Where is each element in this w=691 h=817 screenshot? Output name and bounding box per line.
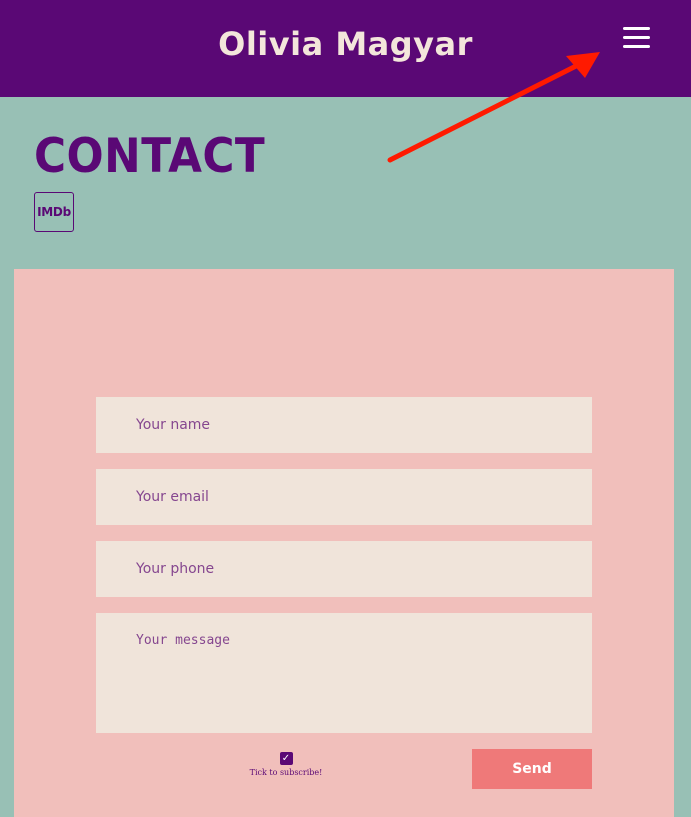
subscribe-option: ✓ Tick to subscribe! [246,752,326,777]
site-title[interactable]: Olivia Magyar [0,25,691,63]
imdb-icon[interactable]: IMDb [34,192,74,232]
message-field[interactable] [96,613,592,733]
subscribe-label: Tick to subscribe! [249,768,323,777]
subscribe-checkbox[interactable]: ✓ [279,752,293,765]
menu-bar [623,27,650,30]
page: Olivia Magyar CONTACT IMDb ✓ Tick to sub… [0,0,691,817]
send-button[interactable]: Send [472,749,592,789]
hamburger-menu-icon[interactable] [623,26,651,50]
contact-form-panel: ✓ Tick to subscribe! Send [14,269,674,817]
phone-field[interactable] [96,541,592,597]
page-title: CONTACT [34,129,266,184]
site-header: Olivia Magyar [0,0,691,97]
menu-bar [623,36,650,39]
email-field[interactable] [96,469,592,525]
name-field[interactable] [96,397,592,453]
menu-bar [623,45,650,48]
